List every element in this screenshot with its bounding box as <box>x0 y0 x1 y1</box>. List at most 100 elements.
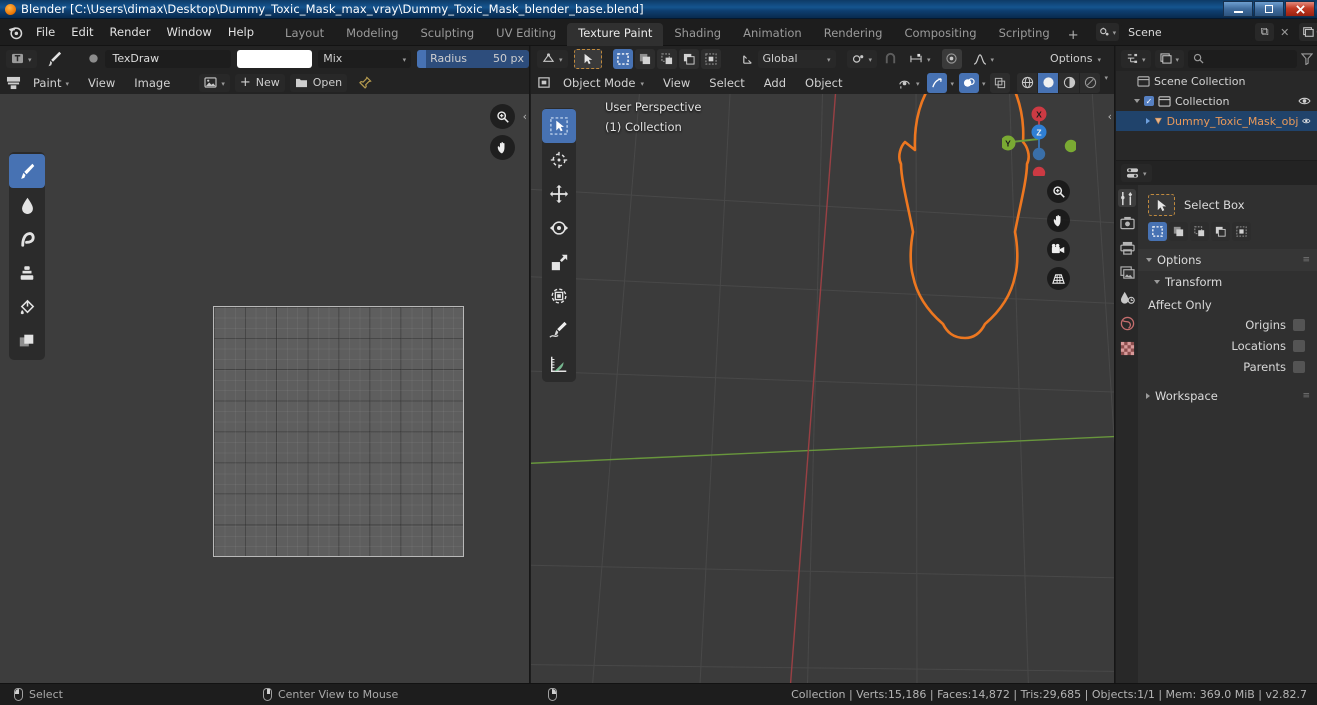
select-invert-button[interactable] <box>678 48 699 69</box>
image-editor-menu-view[interactable]: View <box>81 74 122 92</box>
scale-tool[interactable] <box>542 245 576 279</box>
disclosure-triangle-icon[interactable] <box>1146 118 1150 124</box>
rotate-tool[interactable] <box>542 211 576 245</box>
select-intersect-button[interactable] <box>700 48 721 69</box>
workspace-tab-rendering[interactable]: Rendering <box>813 23 894 46</box>
scene-browse-icon[interactable]: ▾ <box>1095 23 1120 41</box>
image-editor-menu-image[interactable]: Image <box>127 74 177 92</box>
affect-only-origins-checkbox[interactable] <box>1293 318 1305 331</box>
image-editor-sidebar-toggle[interactable]: ‹ <box>523 110 527 123</box>
menu-help[interactable]: Help <box>220 22 262 42</box>
transform-tool[interactable] <box>542 279 576 313</box>
viewport-options-dropdown[interactable]: Options ▾ <box>1045 50 1106 68</box>
editor-divider-right[interactable] <box>1114 46 1115 683</box>
soften-tool[interactable] <box>9 188 45 222</box>
image-browse-dropdown[interactable]: ▾ <box>199 73 230 92</box>
transform-orientation-dropdown[interactable]: Global ▾ <box>757 49 836 68</box>
workspace-tab-shading[interactable]: Shading <box>663 23 732 46</box>
active-tool-icon[interactable] <box>1148 194 1175 216</box>
viewport-menu-view[interactable]: View <box>656 74 697 92</box>
eye-icon[interactable] <box>1302 116 1311 126</box>
open-image-button[interactable]: Open <box>289 73 348 92</box>
pan-gizmo[interactable] <box>1047 209 1070 232</box>
tweak-select-box-tool[interactable] <box>542 109 576 143</box>
editor-type-selector-properties[interactable]: ▾ <box>1121 164 1152 182</box>
new-image-button[interactable]: + New <box>234 73 285 92</box>
tool-tab[interactable] <box>1118 189 1136 207</box>
select-extend-button[interactable] <box>1169 222 1188 241</box>
select-subtract-button[interactable] <box>1190 222 1209 241</box>
image-editor-canvas[interactable]: ‹ <box>0 94 529 683</box>
affect-only-parents-row[interactable]: Parents <box>1138 356 1317 377</box>
active-tool-indicator[interactable] <box>573 48 602 69</box>
panel-header-workspace[interactable]: Workspace ≡ <box>1138 385 1317 407</box>
select-invert-button[interactable] <box>1211 222 1230 241</box>
gizmo-toggle[interactable] <box>927 72 948 93</box>
pin-icon[interactable] <box>358 75 372 90</box>
outliner-search-input[interactable] <box>1188 49 1297 68</box>
filter-icon[interactable] <box>1301 52 1313 65</box>
eye-icon[interactable] <box>1298 96 1311 106</box>
view-layer-tab[interactable] <box>1118 264 1136 282</box>
menu-edit[interactable]: Edit <box>63 22 101 42</box>
unlink-scene-button[interactable]: ✕ <box>1276 26 1293 39</box>
scene-name-field[interactable]: Scene <box>1121 23 1254 41</box>
measure-tool[interactable] <box>542 347 576 381</box>
workspace-tab-compositing[interactable]: Compositing <box>893 23 987 46</box>
zoom-gizmo[interactable] <box>490 104 515 129</box>
outliner-display-mode-dropdown[interactable]: ▾ <box>1154 49 1185 68</box>
shading-rendered-button[interactable] <box>1080 72 1101 93</box>
add-workspace-button[interactable]: + <box>1061 25 1086 46</box>
overlays-toggle[interactable] <box>958 72 979 93</box>
toggle-perspective-gizmo[interactable] <box>1047 267 1070 290</box>
affect-only-parents-checkbox[interactable] <box>1293 360 1305 373</box>
camera-view-gizmo[interactable] <box>1047 238 1070 261</box>
blender-logo-icon[interactable] <box>7 23 24 41</box>
clone-tool[interactable] <box>9 256 45 290</box>
maximize-button[interactable] <box>1254 1 1284 17</box>
render-tab[interactable] <box>1118 214 1136 232</box>
draw-tool[interactable] <box>9 154 45 188</box>
editor-type-selector-viewport[interactable]: ▾ <box>537 49 568 68</box>
viewport-sidebar-toggle[interactable]: ‹ <box>1108 110 1112 123</box>
workspace-tab-texture-paint[interactable]: Texture Paint <box>567 23 664 46</box>
select-intersect-button[interactable] <box>1232 222 1251 241</box>
workspace-tab-scripting[interactable]: Scripting <box>988 23 1061 46</box>
collection-checkbox[interactable]: ✓ <box>1144 96 1154 106</box>
blend-mode-dropdown[interactable]: Mix ▾ <box>318 49 412 68</box>
move-tool[interactable] <box>542 177 576 211</box>
select-set-button[interactable] <box>612 48 633 69</box>
shading-solid-button[interactable] <box>1038 72 1059 93</box>
select-extend-button[interactable] <box>634 48 655 69</box>
outliner-row-object[interactable]: Dummy_Toxic_Mask_obj <box>1116 111 1317 131</box>
xray-toggle[interactable] <box>990 72 1011 93</box>
proportional-edit-toggle[interactable] <box>941 48 962 69</box>
shading-wireframe-button[interactable] <box>1017 72 1038 93</box>
workspace-tab-layout[interactable]: Layout <box>274 23 335 46</box>
menu-file[interactable]: File <box>28 22 63 42</box>
menu-render[interactable]: Render <box>102 22 159 42</box>
viewport-canvas[interactable]: User Perspective (1) Collection X Y Z ‹ <box>531 94 1114 683</box>
select-set-button[interactable] <box>1148 222 1167 241</box>
editor-type-selector-outliner[interactable]: ▾ <box>1121 49 1151 68</box>
pan-gizmo[interactable] <box>490 135 515 160</box>
world-tab[interactable] <box>1118 314 1136 332</box>
visibility-dropdown[interactable]: ▾ <box>893 74 925 92</box>
proportional-falloff-dropdown[interactable]: ▾ <box>968 50 1000 68</box>
editor-type-selector[interactable]: ▾ <box>6 49 37 68</box>
brush-name-field[interactable]: TexDraw <box>105 49 232 68</box>
navigation-axis-gizmo[interactable]: X Y Z <box>1000 102 1078 180</box>
scene-tab[interactable] <box>1118 289 1136 307</box>
editor-divider-left[interactable] <box>529 46 530 683</box>
viewport-menu-select[interactable]: Select <box>702 74 751 92</box>
panel-header-transform[interactable]: Transform <box>1138 271 1317 292</box>
outliner-row-scene-collection[interactable]: Scene Collection <box>1116 71 1317 91</box>
snap-pivot-dropdown[interactable]: ▾ <box>846 49 878 68</box>
workspace-tab-animation[interactable]: Animation <box>732 23 813 46</box>
affect-only-locations-checkbox[interactable] <box>1293 339 1305 352</box>
view-layer-browse-icon[interactable]: ▾ <box>1299 23 1317 41</box>
cursor-tool[interactable] <box>542 143 576 177</box>
shading-material-preview-button[interactable] <box>1059 72 1080 93</box>
interaction-mode-dropdown[interactable]: Object Mode ▾ <box>556 74 651 92</box>
fill-tool[interactable] <box>9 290 45 324</box>
